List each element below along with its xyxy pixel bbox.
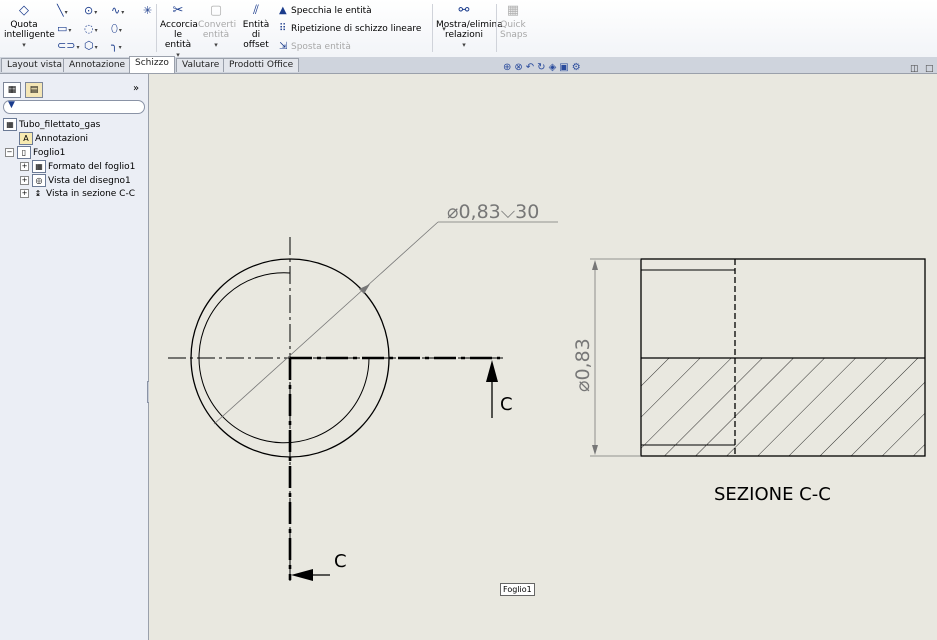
leader-arrowhead — [359, 284, 370, 294]
front-view[interactable]: ⌀0,83⌵30 C C — [168, 201, 558, 582]
section-view[interactable]: ⌀0,83 SEZIONE C-C — [572, 258, 926, 505]
display-style-icon[interactable]: ◈ — [549, 62, 560, 73]
heads-up-view-toolbar[interactable]: ⊕⊗↶↻◈▣⚙ — [503, 62, 584, 73]
section-arrowhead-1 — [486, 360, 498, 382]
zoom-to-area-icon[interactable]: ⊗ — [514, 62, 525, 73]
hole-callout: ⌀0,83⌵30 — [447, 201, 539, 223]
diameter-dimension: ⌀0,83 — [572, 338, 594, 392]
section-label-2: C — [334, 551, 347, 572]
section-title: SEZIONE C-C — [714, 484, 831, 505]
dim-arrow-bottom — [592, 445, 598, 455]
sheet-tab[interactable]: Foglio1 — [500, 583, 535, 596]
callout-leader — [213, 221, 439, 425]
view-orientation-icon[interactable]: ▣ — [559, 62, 571, 73]
maximize-window-icon[interactable]: □ — [925, 64, 934, 74]
section-arrowhead-2 — [291, 569, 313, 581]
rotate-view-icon[interactable]: ↻ — [537, 62, 548, 73]
section-label-1: C — [500, 394, 513, 415]
dim-arrow-top — [592, 260, 598, 270]
zoom-to-fit-icon[interactable]: ⊕ — [503, 62, 514, 73]
previous-view-icon[interactable]: ↶ — [526, 62, 537, 73]
drawing-sheet: ⌀0,83⌵30 C C ⌀0,83 SEZIONE C-C — [168, 201, 926, 582]
hide-show-icon[interactable]: ⚙ — [572, 62, 584, 73]
tile-window-icon[interactable]: ◫ — [910, 64, 919, 74]
section-hatch — [641, 358, 925, 456]
